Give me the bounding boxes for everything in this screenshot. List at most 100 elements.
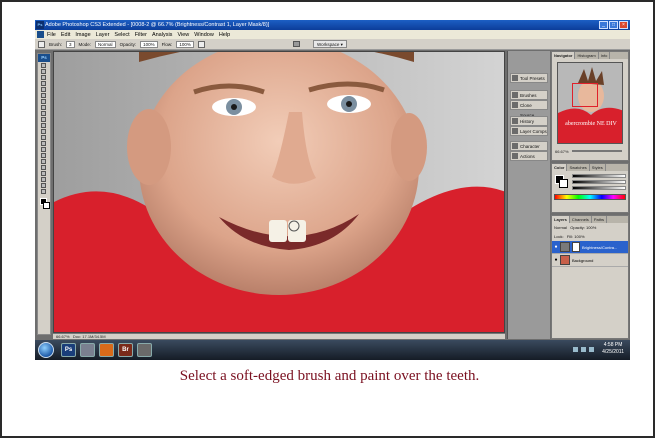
fill-field[interactable]: 100% [574, 234, 584, 239]
dock-clone-source[interactable]: Clone Source [510, 100, 548, 118]
menu-bar: File Edit Image Layer Select Filter Anal… [35, 30, 630, 39]
dock-history[interactable]: History [510, 116, 548, 126]
crop-tool-icon[interactable] [41, 87, 46, 92]
lock-label: Lock: [554, 234, 564, 239]
dock-actions[interactable]: Actions [510, 151, 548, 161]
color-spectrum-ramp[interactable] [554, 194, 626, 200]
brush-size-picker[interactable]: 3 [66, 40, 75, 48]
menu-help[interactable]: Help [219, 32, 230, 38]
background-color-swatch[interactable] [43, 202, 50, 209]
thumb-shirt-text: abercrombie NE DIV [565, 121, 617, 127]
volume-icon[interactable] [581, 347, 586, 352]
path-select-tool-icon[interactable] [41, 159, 46, 164]
history-brush-tool-icon[interactable] [41, 117, 46, 122]
menu-view[interactable]: View [177, 32, 189, 38]
canvas-photo[interactable] [54, 52, 505, 333]
layer-row-background[interactable]: ● Background [552, 254, 628, 267]
layers-panel: Layers Channels Paths Normal Opacity: 10… [551, 215, 629, 339]
brush-tool-icon[interactable] [41, 105, 46, 110]
mode-select[interactable]: Normal [95, 40, 116, 48]
dock-character[interactable]: Character [510, 141, 548, 151]
layer-row-adjustment[interactable]: ● Brightness/Contra... [552, 241, 628, 254]
zoom-tool-icon[interactable] [41, 189, 46, 194]
close-button[interactable]: × [619, 21, 628, 29]
color-sliders[interactable] [572, 174, 626, 192]
system-tray [573, 347, 594, 352]
healing-tool-icon[interactable] [41, 99, 46, 104]
dock-layer-comps[interactable]: Layer Comps [510, 126, 548, 136]
status-doc-size: Doc: 17.1M/34.5M [72, 334, 106, 339]
taskbar-firefox-icon[interactable] [99, 343, 114, 357]
menu-analysis[interactable]: Analysis [152, 32, 172, 38]
layer-opacity-field[interactable]: 100% [586, 225, 596, 230]
dock-brushes[interactable]: Brushes [510, 90, 548, 100]
clock-time: 4:58 PM [603, 342, 623, 348]
flag-icon[interactable] [589, 347, 594, 352]
minimize-button[interactable]: _ [599, 21, 608, 29]
dock-tool-presets[interactable]: Tool Presets [510, 73, 548, 83]
navigator-zoom[interactable]: 66.67% [555, 149, 569, 154]
tab-layers[interactable]: Layers [552, 216, 570, 223]
menu-file[interactable]: File [47, 32, 56, 38]
tab-info[interactable]: Info [599, 52, 611, 59]
lasso-tool-icon[interactable] [41, 75, 46, 80]
menu-edit[interactable]: Edit [61, 32, 70, 38]
slice-tool-icon[interactable] [41, 93, 46, 98]
eraser-tool-icon[interactable] [41, 123, 46, 128]
taskbar-photoshop[interactable]: Ps [61, 343, 76, 357]
pen-tool-icon[interactable] [41, 147, 46, 152]
palette-well-icon[interactable] [293, 41, 300, 47]
navigator-zoom-slider[interactable] [572, 150, 622, 152]
tab-swatches[interactable]: Swatches [567, 164, 590, 171]
app-icon: Ps [36, 21, 44, 29]
start-button[interactable] [38, 342, 54, 358]
tab-channels[interactable]: Channels [570, 216, 592, 223]
taskbar-bridge[interactable]: Br [118, 343, 133, 357]
menu-select[interactable]: Select [114, 32, 129, 38]
menu-layer[interactable]: Layer [96, 32, 110, 38]
status-zoom: 66.67% [56, 334, 70, 339]
network-icon[interactable] [573, 347, 578, 352]
menu-filter[interactable]: Filter [135, 32, 147, 38]
workspace-button[interactable]: Workspace ▾ [313, 40, 347, 48]
shape-tool-icon[interactable] [41, 165, 46, 170]
menu-window[interactable]: Window [194, 32, 214, 38]
tab-navigator[interactable]: Navigator [552, 52, 576, 59]
hand-tool-icon[interactable] [41, 183, 46, 188]
tab-styles[interactable]: Styles [590, 164, 606, 171]
color-background-swatch[interactable] [559, 179, 568, 188]
navigator-view-box[interactable] [572, 83, 598, 107]
stamp-tool-icon[interactable] [41, 111, 46, 116]
tab-color[interactable]: Color [552, 164, 568, 171]
layer-name: Brightness/Contra... [582, 244, 618, 250]
visibility-eye-icon[interactable]: ● [552, 244, 560, 250]
menu-image[interactable]: Image [75, 32, 90, 38]
tool-presets-icon [512, 75, 518, 81]
blur-tool-icon[interactable] [41, 135, 46, 140]
tab-paths[interactable]: Paths [592, 216, 608, 223]
notes-tool-icon[interactable] [41, 171, 46, 176]
document-canvas[interactable] [53, 51, 505, 333]
flow-field[interactable]: 100% [176, 40, 194, 48]
tab-histogram[interactable]: Histogram [575, 52, 599, 59]
taskbar-explorer-icon[interactable] [80, 343, 95, 357]
type-tool-icon[interactable] [41, 153, 46, 158]
brush-tool-icon[interactable] [38, 40, 45, 48]
layer-mask-thumbnail[interactable] [572, 242, 580, 252]
blend-mode-select[interactable]: Normal [554, 225, 567, 230]
move-tool-icon[interactable] [41, 63, 46, 68]
eyedropper-tool-icon[interactable] [41, 177, 46, 182]
status-bar: 66.67% Doc: 17.1M/34.5M [53, 333, 505, 339]
ps-logo-icon [37, 31, 44, 38]
taskbar-app-icon[interactable] [137, 343, 152, 357]
gradient-tool-icon[interactable] [41, 129, 46, 134]
visibility-eye-icon[interactable]: ● [552, 257, 560, 263]
dodge-tool-icon[interactable] [41, 141, 46, 146]
quick-select-tool-icon[interactable] [41, 81, 46, 86]
airbrush-icon[interactable] [197, 40, 205, 48]
marquee-tool-icon[interactable] [41, 69, 46, 74]
opacity-field[interactable]: 100% [140, 40, 158, 48]
clock[interactable]: 4:58 PM 4/25/2011 [602, 342, 624, 356]
navigator-thumbnail[interactable]: abercrombie NE DIV [557, 62, 623, 144]
maximize-button[interactable]: □ [609, 21, 618, 29]
